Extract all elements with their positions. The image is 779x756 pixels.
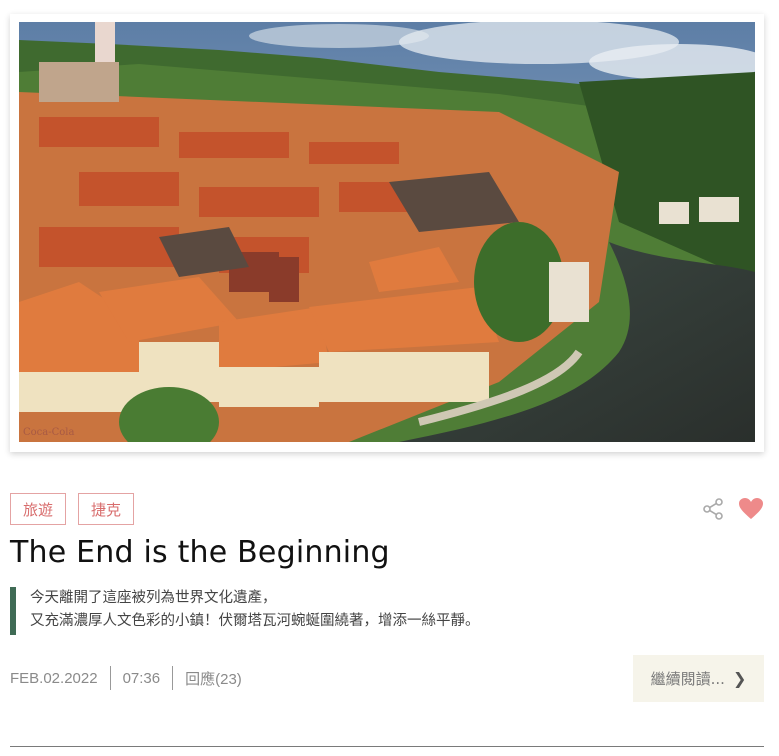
meta-divider [109, 666, 111, 690]
excerpt-line-1: 今天離開了這座被列為世界文化遺產， [30, 590, 277, 606]
read-more-button[interactable]: 繼續閱讀... ❯ [633, 655, 764, 702]
post-meta: FEB.02.2022 07:36 回應(23) [10, 666, 242, 690]
post-date: FEB.02.2022 [10, 669, 98, 687]
chevron-right-icon: ❯ [732, 669, 747, 688]
heart-icon[interactable] [738, 497, 764, 521]
divider [10, 746, 764, 747]
post-excerpt: 今天離開了這座被列為世界文化遺產， 又充滿濃厚人文色彩的小鎮！伏爾塔瓦河蜿蜒圍繞… [10, 587, 480, 635]
post-actions [702, 497, 764, 521]
post-title[interactable]: The End is the Beginning [10, 535, 390, 570]
post-time: 07:36 [122, 669, 161, 687]
town-river-photo: Coca-Cola [19, 22, 755, 442]
tag-travel[interactable]: 旅遊 [10, 493, 67, 525]
sign-text: Coca-Cola [23, 427, 74, 438]
tag-czech[interactable]: 捷克 [78, 493, 135, 525]
featured-image-card[interactable]: Coca-Cola [10, 14, 764, 452]
reply-count-link[interactable]: 回應(23) [185, 668, 242, 689]
read-more-label: 繼續閱讀... [650, 670, 725, 688]
featured-photo[interactable]: Coca-Cola [19, 22, 755, 442]
meta-divider [172, 666, 174, 690]
excerpt-line-2: 又充滿濃厚人文色彩的小鎮！伏爾塔瓦河蜿蜒圍繞著，增添一絲平靜。 [30, 613, 480, 629]
tag-list: 旅遊 捷克 [10, 493, 135, 525]
share-icon[interactable] [702, 498, 724, 520]
